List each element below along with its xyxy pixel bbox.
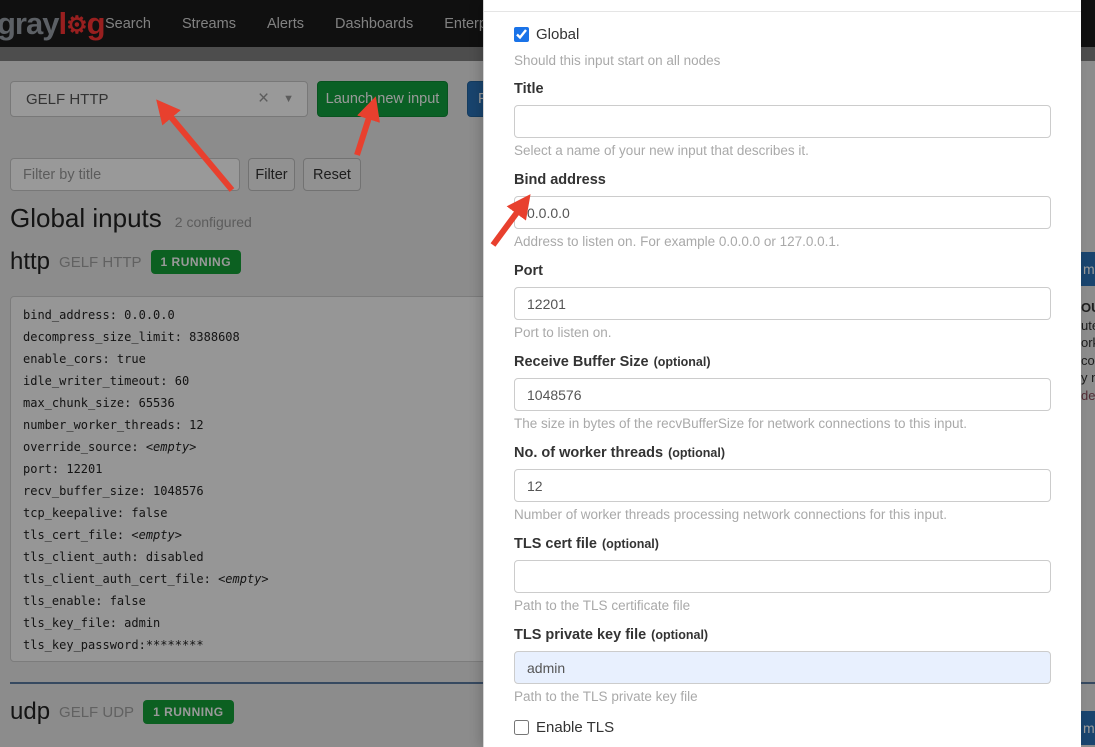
field-help-text: Select a name of your new input that des…	[514, 143, 809, 158]
optional-marker: (optional)	[668, 446, 725, 460]
field-help-text: The size in bytes of the recvBufferSize …	[514, 416, 967, 431]
global-checkbox-row[interactable]: Global	[514, 26, 1051, 43]
enable-tls-label: Enable TLS	[536, 719, 615, 736]
global-checkbox[interactable]	[514, 27, 529, 42]
field-label: TLS private key file (optional)	[514, 627, 709, 643]
field-help-text: Path to the TLS certificate file	[514, 598, 691, 613]
field-label: Bind address	[514, 172, 606, 188]
modal-header-divider	[484, 11, 1081, 12]
optional-marker: (optional)	[651, 628, 709, 642]
global-checkbox-label: Global	[536, 26, 580, 43]
modal-body: Global Should this input start on all no…	[484, 26, 1081, 736]
form-group: TLS cert file (optional) Path to the TLS …	[514, 536, 1051, 614]
field-input[interactable]	[514, 196, 1051, 229]
enable-tls-checkbox[interactable]	[514, 720, 529, 735]
field-label: No. of worker threads (optional)	[514, 445, 725, 461]
optional-marker: (optional)	[602, 537, 659, 551]
field-input[interactable]	[514, 560, 1051, 593]
field-label: Receive Buffer Size (optional)	[514, 354, 711, 370]
field-help-text: Number of worker threads processing netw…	[514, 507, 947, 522]
form-group: Title Select a name of your new input th…	[514, 81, 1051, 159]
modal-fields: Title Select a name of your new input th…	[514, 81, 1051, 705]
field-input[interactable]	[514, 287, 1051, 320]
enable-tls-checkbox-row[interactable]: Enable TLS	[514, 719, 1051, 736]
field-help-text: Path to the TLS private key file	[514, 689, 698, 704]
field-input[interactable]	[514, 469, 1051, 502]
launch-input-modal: Global Should this input start on all no…	[483, 0, 1081, 747]
screen: grayl⚙g Search Streams Alerts Dashboards…	[0, 0, 1095, 747]
global-help-text: Should this input start on all nodes	[514, 53, 721, 68]
form-group: TLS private key file(optional) Path to t…	[514, 627, 1051, 705]
form-group: Bind address Address to listen on. For e…	[514, 172, 1051, 250]
form-group: Port Port to listen on.	[514, 263, 1051, 341]
field-input[interactable]	[514, 105, 1051, 138]
field-input[interactable]	[514, 378, 1051, 411]
field-input[interactable]	[514, 651, 1051, 684]
field-label: Port	[514, 263, 543, 279]
field-label: TLS cert file (optional)	[514, 536, 659, 552]
field-label: Title	[514, 81, 544, 97]
form-group: Receive Buffer Size(optional) The size i…	[514, 354, 1051, 432]
field-help-text: Address to listen on. For example 0.0.0.…	[514, 234, 840, 249]
field-help-text: Port to listen on.	[514, 325, 612, 340]
form-group: No. of worker threads(optional) Number o…	[514, 445, 1051, 523]
optional-marker: (optional)	[653, 355, 711, 369]
